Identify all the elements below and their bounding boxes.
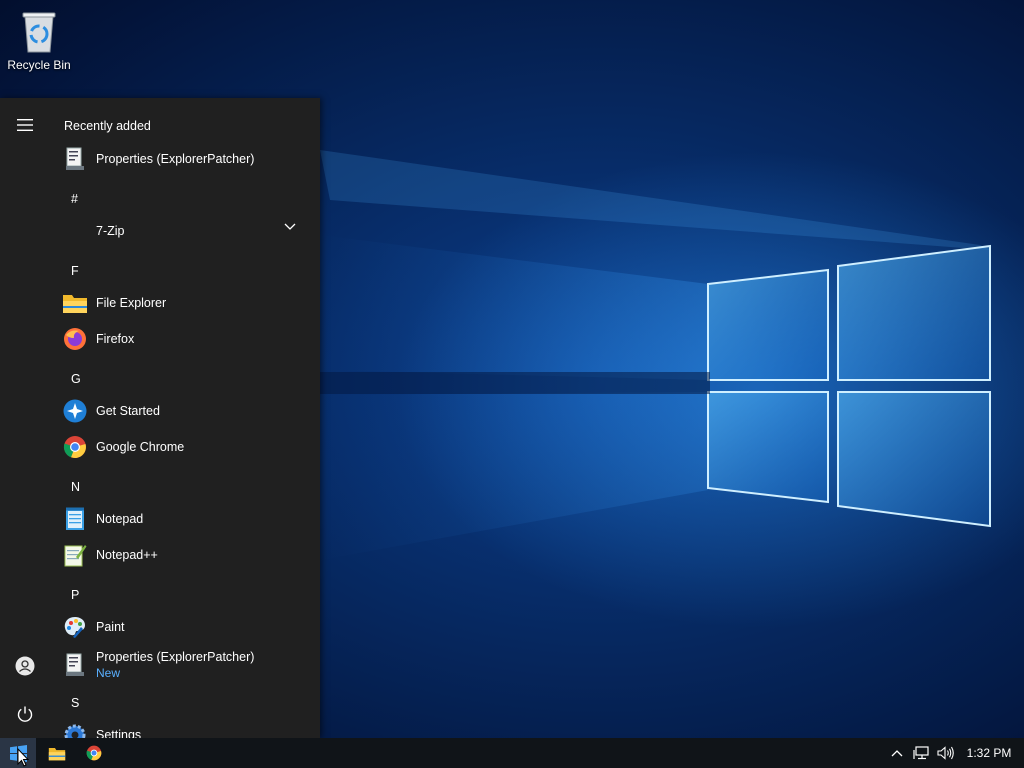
file-explorer-icon <box>48 747 66 760</box>
recycle-bin-label: Recycle Bin <box>7 58 71 72</box>
app-label: Paint <box>96 620 125 634</box>
recently-added-header: Recently added <box>64 119 151 133</box>
network-icon <box>913 746 929 760</box>
chrome-icon <box>62 434 88 460</box>
properties-icon <box>62 652 88 678</box>
chevron-down-icon[interactable] <box>284 223 296 231</box>
app-label: Settings <box>96 728 142 738</box>
start-menu: Recently added Properties (ExplorerPatch… <box>0 98 320 738</box>
hamburger-icon <box>17 119 33 131</box>
app-list: Recently added Properties (ExplorerPatch… <box>50 98 320 738</box>
taskbar: 1:32 PM <box>0 738 1024 768</box>
app-label: Google Chrome <box>96 440 185 454</box>
app-label: Properties (ExplorerPatcher) <box>96 650 255 664</box>
app-notepad[interactable]: Notepad <box>50 501 310 537</box>
app-7-zip-folder[interactable]: 7-Zip <box>50 213 310 249</box>
folder-icon <box>62 218 88 244</box>
power-icon <box>17 706 33 722</box>
file-explorer-icon <box>62 290 88 316</box>
app-label: Notepad <box>96 512 144 526</box>
firefox-icon <box>62 326 88 352</box>
taskbar-clock[interactable]: 1:32 PM <box>962 738 1016 768</box>
properties-icon <box>62 146 88 172</box>
app-properties-explorerpatcher[interactable]: Properties (ExplorerPatcher) New <box>50 645 310 685</box>
taskbar-file-explorer[interactable] <box>39 738 75 768</box>
volume-button[interactable] <box>934 738 958 768</box>
group-header-s[interactable]: S <box>71 696 79 710</box>
paint-icon <box>62 614 88 640</box>
chrome-icon <box>86 745 102 761</box>
recycle-bin-icon <box>22 12 56 53</box>
app-firefox[interactable]: Firefox <box>50 321 310 357</box>
app-label: Notepad++ <box>96 548 158 562</box>
app-properties-explorerpatcher-recent[interactable]: Properties (ExplorerPatcher) <box>50 141 310 177</box>
app-label: Firefox <box>96 332 135 346</box>
show-hidden-icons-button[interactable] <box>886 738 908 768</box>
expand-menu-button[interactable] <box>0 101 50 149</box>
notepad-plus-plus-icon <box>62 542 88 568</box>
group-header-g[interactable]: G <box>71 372 81 386</box>
app-notepad-plus-plus[interactable]: Notepad++ <box>50 537 310 573</box>
user-account-button[interactable] <box>0 642 50 690</box>
notepad-icon <box>62 506 88 532</box>
get-started-icon <box>62 398 88 424</box>
app-paint[interactable]: Paint <box>50 609 310 645</box>
settings-icon <box>62 722 88 738</box>
network-button[interactable] <box>910 738 934 768</box>
volume-icon <box>937 746 954 760</box>
recycle-bin-desktop-icon[interactable]: Recycle Bin <box>4 4 74 76</box>
app-label: Properties (ExplorerPatcher) <box>96 152 255 166</box>
group-header-p[interactable]: P <box>71 588 79 602</box>
chevron-up-icon <box>891 750 903 757</box>
taskbar-google-chrome[interactable] <box>76 738 112 768</box>
app-label: File Explorer <box>96 296 167 310</box>
mouse-cursor-icon <box>17 748 29 767</box>
group-header-f[interactable]: F <box>71 264 79 278</box>
group-header-n[interactable]: N <box>71 480 80 494</box>
app-settings[interactable]: Settings <box>50 717 310 738</box>
new-badge: New <box>96 666 121 680</box>
app-label: Get Started <box>96 404 160 418</box>
group-header-hash[interactable]: # <box>71 192 78 206</box>
app-label-group: Properties (ExplorerPatcher) New <box>96 650 254 680</box>
app-google-chrome[interactable]: Google Chrome <box>50 429 310 465</box>
app-file-explorer[interactable]: File Explorer <box>50 285 310 321</box>
app-label: 7-Zip <box>96 224 125 238</box>
user-icon <box>15 656 35 676</box>
app-get-started[interactable]: Get Started <box>50 393 310 429</box>
power-button[interactable] <box>0 690 50 738</box>
